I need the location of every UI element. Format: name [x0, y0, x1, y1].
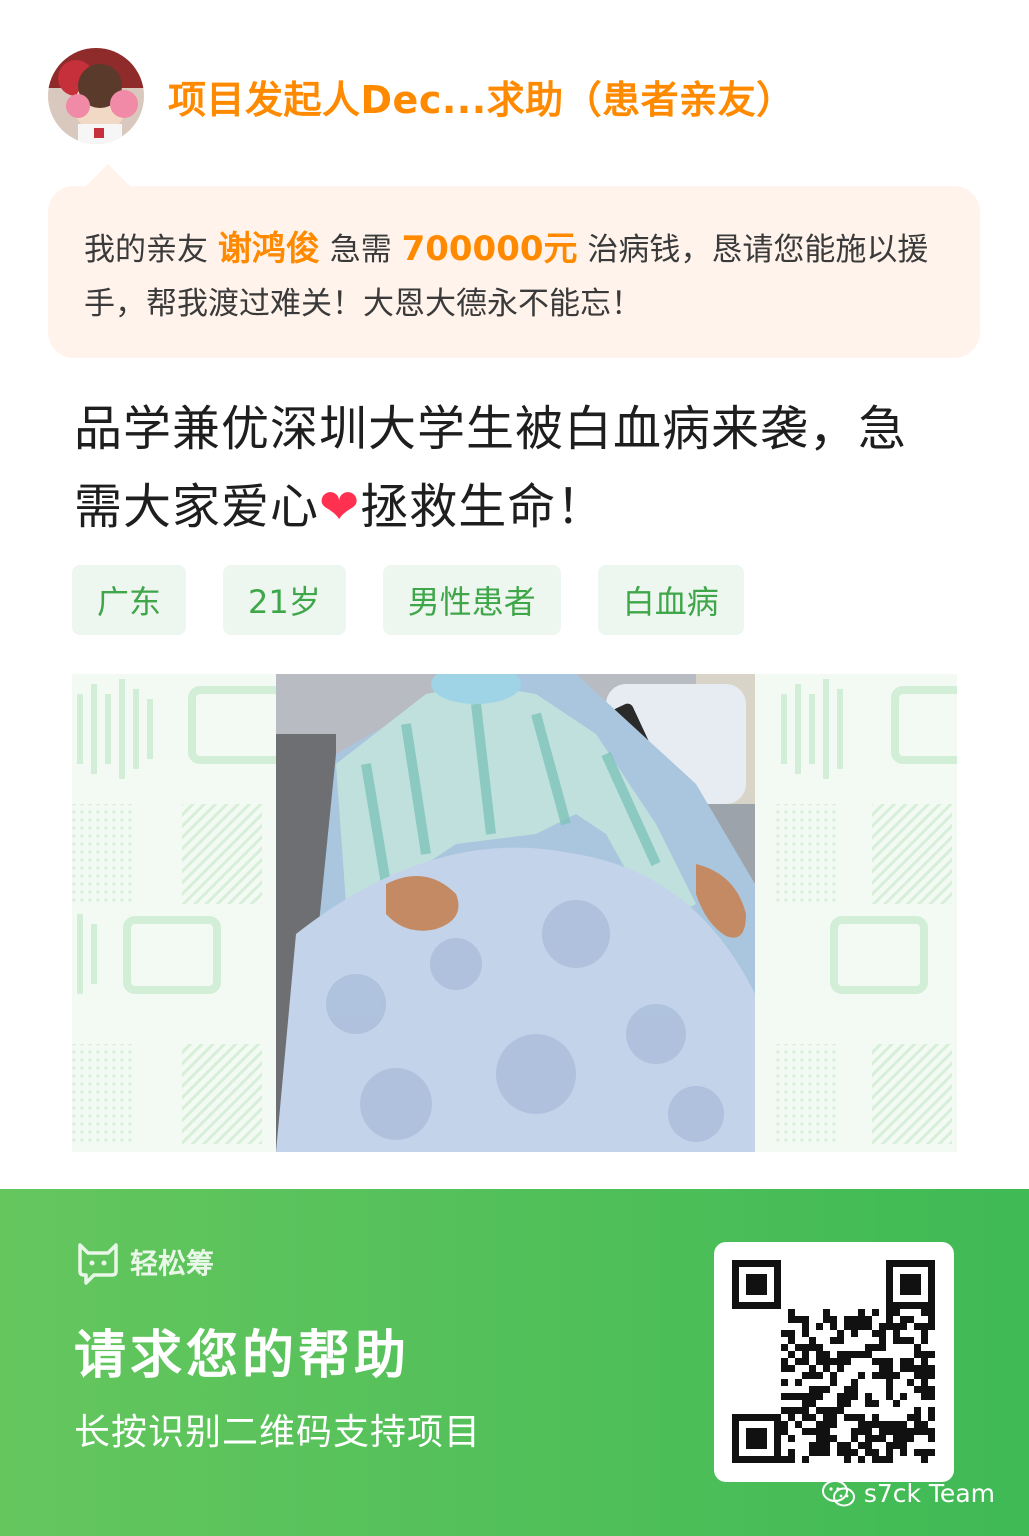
heart-emoji: ❤ — [319, 479, 361, 535]
qr-code[interactable] — [714, 1242, 954, 1482]
patient-tags: 广东 21岁 男性患者 白血病 — [72, 565, 744, 635]
appeal-text: 我的亲友 谢鸿俊 急需 700000元 治病钱，恳请您能施以援手，帮我渡过难关！… — [84, 222, 944, 331]
watermark-text: s7ck Team — [863, 1479, 995, 1508]
tag-disease: 白血病 — [597, 565, 744, 635]
appeal-mid: 急需 — [319, 232, 402, 268]
patient-photo — [276, 674, 755, 1152]
qr-finder-pattern — [900, 1274, 921, 1295]
appeal-prefix: 我的亲友 — [84, 232, 218, 268]
campaign-headline: 品学兼优深圳大学生被白血病来袭，急需大家爱心❤拯救生命！ — [74, 390, 934, 546]
initiator-header: 项目发起人Dec...求助（患者亲友） — [48, 48, 795, 144]
initiator-avatar[interactable] — [48, 48, 144, 144]
tag-location: 广东 — [72, 565, 187, 635]
qr-code-graphic — [732, 1260, 935, 1463]
tag-age: 21岁 — [223, 565, 346, 635]
brand-name: 轻松筹 — [130, 1247, 215, 1280]
brand-logo: 轻松筹 — [74, 1239, 214, 1285]
cta-subtitle: 长按识别二维码支持项目 — [74, 1412, 482, 1453]
footer-banner: 轻松筹 请求您的帮助 长按识别二维码支持项目 s7ck Team — [0, 1189, 1029, 1536]
patient-name: 谢鸿俊 — [217, 229, 320, 269]
cat-logo-icon — [78, 1243, 118, 1285]
appeal-message: 我的亲友 谢鸿俊 急需 700000元 治病钱，恳请您能施以援手，帮我渡过难关！… — [48, 164, 980, 358]
campaign-media[interactable] — [72, 674, 957, 1152]
headline-text-end: 拯救生命！ — [360, 479, 606, 535]
watermark: s7ck Team — [821, 1479, 995, 1508]
cta-title: 请求您的帮助 — [74, 1326, 411, 1386]
tag-gender: 男性患者 — [382, 565, 561, 635]
qr-finder-pattern — [746, 1428, 767, 1449]
qr-finder-pattern — [746, 1274, 767, 1295]
target-amount: 700000元 — [401, 229, 578, 269]
initiator-title: 项目发起人Dec...求助（患者亲友） — [168, 77, 795, 122]
wechat-icon — [821, 1479, 855, 1506]
